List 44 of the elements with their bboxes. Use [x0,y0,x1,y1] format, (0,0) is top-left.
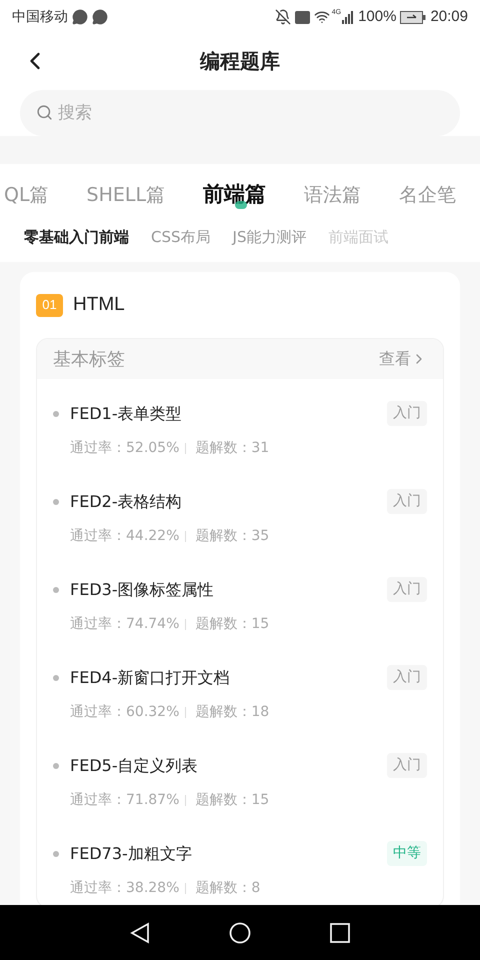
problem-title[interactable]: FED4-新窗口打开文档 [70,666,230,690]
battery-icon [400,10,426,24]
solution-count: 题解数：35 [195,527,270,546]
home-nav-icon[interactable] [228,922,251,944]
difficulty-tag: 入门 [387,401,427,426]
clock: 20:09 [430,6,468,27]
pass-rate: 通过率：60.32% [70,703,180,722]
problem-title[interactable]: FED5-自定义列表 [70,754,198,778]
solution-count: 题解数：18 [195,703,270,722]
wifi-icon [314,9,330,25]
category-tab[interactable]: 前端篇 [203,179,266,211]
problem-title[interactable]: FED73-加粗文字 [70,842,192,866]
problem-title[interactable]: FED2-表格结构 [70,490,182,514]
solution-count: 题解数：8 [195,879,260,898]
difficulty-tag: 入门 [387,577,427,602]
solution-count: 题解数：15 [195,791,270,810]
difficulty-tag: 入门 [387,489,427,514]
search-field[interactable]: 搜索 [20,90,460,136]
problem-title[interactable]: FED1-表单类型 [70,402,182,426]
pass-rate: 通过率：71.87% [70,791,180,810]
carrier: 中国移动 [12,8,68,26]
subcategory-tab[interactable]: 零基础入门前端 [24,226,129,248]
problem-title[interactable]: FED3-图像标签属性 [70,578,214,602]
message-icon [92,9,108,25]
back-nav-icon[interactable] [130,922,150,944]
difficulty-tag: 入门 [387,665,427,690]
pass-rate: 通过率：74.74% [70,615,180,634]
signal-icon [342,10,354,24]
mute-icon [274,9,291,25]
solution-count: 题解数：31 [195,439,270,458]
solution-count: 题解数：15 [195,615,270,634]
battery-percent: 100% [358,6,396,27]
page-title: 编程题库 [200,48,280,75]
chat-icon [72,9,88,25]
pass-rate: 通过率：38.28% [70,879,180,898]
search-icon [36,104,53,121]
pass-rate: 通过率：44.22% [70,527,180,546]
difficulty-tag: 中等 [387,841,427,866]
difficulty-tag: 入门 [387,753,427,778]
group-title: 基本标签 [53,348,125,372]
recents-nav-icon[interactable] [330,922,350,942]
section-number: 01 [36,294,63,316]
section-title: HTML [73,292,125,317]
pass-rate: 通过率：52.05% [70,439,180,458]
